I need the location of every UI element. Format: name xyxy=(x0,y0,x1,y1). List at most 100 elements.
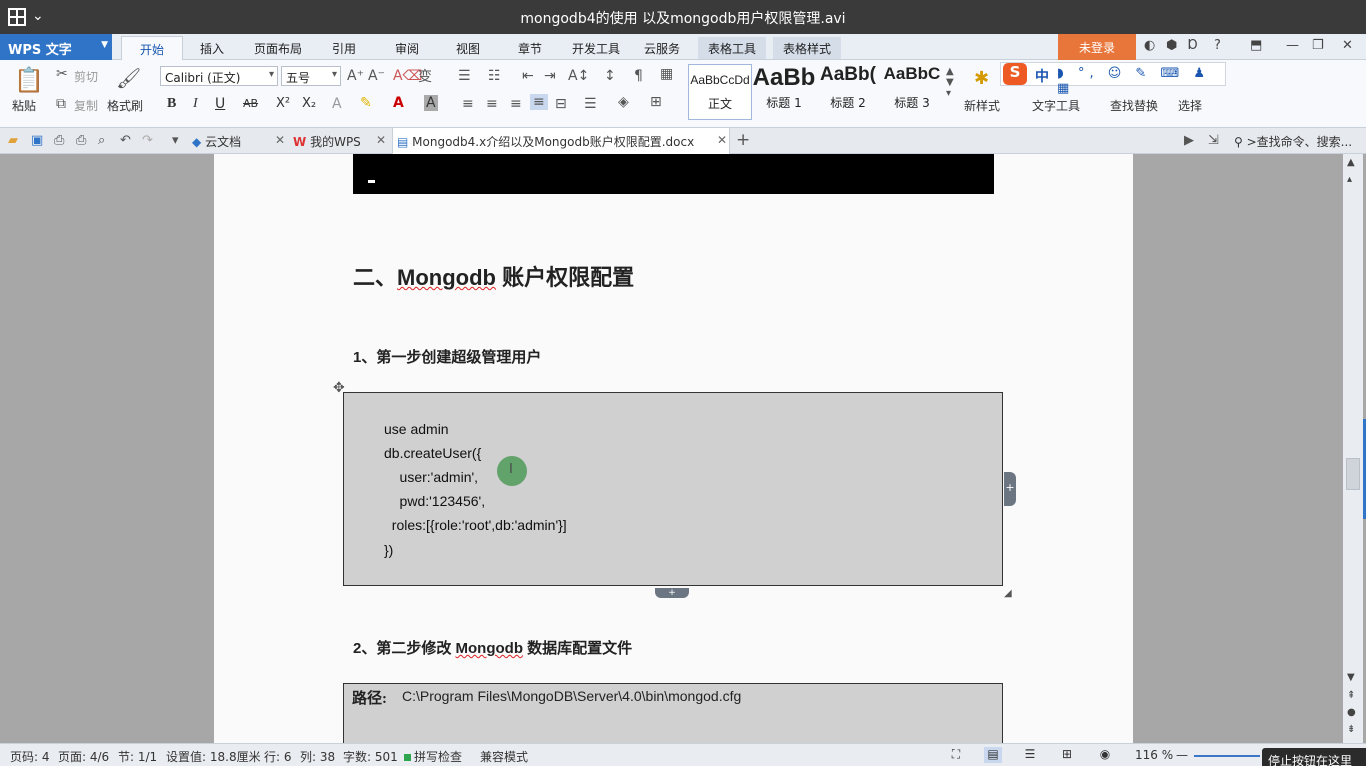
word-count[interactable]: 字数: 501 xyxy=(343,748,398,765)
tab-developer[interactable]: 开发工具 xyxy=(572,40,620,57)
new-style-icon[interactable]: ✱ xyxy=(974,68,989,89)
show-marks-icon[interactable]: ¶ xyxy=(634,68,643,84)
tab-page-layout[interactable]: 页面布局 xyxy=(254,40,302,57)
tab-review[interactable]: 审阅 xyxy=(395,40,419,57)
grow-font-icon[interactable]: A⁺ xyxy=(347,68,364,84)
ime-tools[interactable]: ◗ °, ☺ ✎ ⌨ ♟ ▦ xyxy=(1057,66,1225,96)
eye-protect-icon[interactable]: ◉ xyxy=(1096,747,1114,763)
ime-mode-toggle[interactable]: 中 xyxy=(1035,66,1049,86)
zoom-level[interactable]: 116 % xyxy=(1135,748,1173,762)
backup-icon[interactable]: ▶ xyxy=(1184,133,1194,148)
zoom-slider[interactable] xyxy=(1194,755,1260,757)
superscript-button[interactable]: X² xyxy=(276,96,290,111)
command-search-input[interactable]: >查找命令、搜索... xyxy=(1247,135,1353,149)
line-spacing-icon[interactable]: ☰ xyxy=(584,96,597,112)
customize-dropdown-icon[interactable]: ▾ xyxy=(172,133,179,148)
wps-app-button[interactable]: WPS 文字 ▼ xyxy=(0,34,112,60)
scroll-down-icon[interactable]: ▼ xyxy=(1347,672,1355,683)
collapse-ribbon-icon[interactable]: ⬒ xyxy=(1250,38,1262,53)
text-effect-icon[interactable]: A xyxy=(332,96,342,112)
feedback-icon[interactable]: Ɒ xyxy=(1188,38,1198,53)
new-style-button[interactable]: 新样式 xyxy=(964,97,1000,114)
sort-icon[interactable]: ↕ xyxy=(604,68,616,84)
font-name-select[interactable]: Calibri (正文) xyxy=(160,66,278,86)
font-color-icon[interactable]: A xyxy=(393,95,404,111)
tab-insert[interactable]: 插入 xyxy=(200,40,224,57)
code-table-cell[interactable]: use admin db.createUser({ user:'admin', … xyxy=(343,392,1003,586)
tab-my-wps[interactable]: W 我的WPS ✕ xyxy=(293,128,388,154)
styles-scroll-icon[interactable]: ▲ ▼ ▾ xyxy=(946,66,954,99)
next-page-icon[interactable]: ⇟ xyxy=(1347,724,1355,735)
section-count[interactable]: 节: 1/1 xyxy=(118,748,157,765)
help-button[interactable]: ? xyxy=(1214,38,1221,53)
copy-button[interactable]: 复制 xyxy=(74,97,98,114)
tab-cloud[interactable]: 云服务 xyxy=(644,40,680,57)
tab-home[interactable]: 开始 xyxy=(121,36,184,61)
new-tab-button[interactable]: + xyxy=(736,130,750,150)
fullscreen-view-icon[interactable]: ⛶ xyxy=(947,747,965,763)
distribute-icon[interactable]: ⊟ xyxy=(555,96,567,112)
decrease-indent-icon[interactable]: ⇤ xyxy=(522,68,534,84)
subscript-button[interactable]: X₂ xyxy=(302,96,316,111)
open-folder-icon[interactable]: ▰ xyxy=(8,133,18,148)
print-icon[interactable]: ⎙ xyxy=(76,133,86,148)
justify-icon[interactable]: ≡ xyxy=(530,94,548,110)
print-preview-icon[interactable]: ⌕ xyxy=(98,133,105,148)
shading-bucket-icon[interactable]: ◈ xyxy=(618,94,629,110)
page-view-icon[interactable]: ▤ xyxy=(984,747,1002,763)
paste-icon[interactable]: 📋 xyxy=(14,66,44,94)
tab-cloud-docs[interactable]: ◆ 云文档 ✕ xyxy=(192,128,287,154)
strikethrough-button[interactable]: AB xyxy=(243,97,258,110)
format-painter-button[interactable]: 格式刷 xyxy=(107,97,143,114)
close-icon[interactable]: ✕ xyxy=(275,133,285,147)
select-button[interactable]: 选择 xyxy=(1178,97,1202,114)
numbering-icon[interactable]: ☷ xyxy=(488,68,501,84)
page-count[interactable]: 页面: 4/6 xyxy=(58,748,109,765)
page-code[interactable]: 页码: 4 xyxy=(10,748,50,765)
command-search[interactable]: ⚲ >查找命令、搜索... xyxy=(1234,133,1352,150)
redo-icon[interactable]: ↷ xyxy=(142,133,153,148)
text-tools-button[interactable]: 文字工具 xyxy=(1032,97,1080,114)
font-size-select[interactable]: 五号 xyxy=(281,66,341,86)
highlight-icon[interactable]: ✎ xyxy=(360,95,372,111)
style-heading-2[interactable]: AaBb( 标题 2 xyxy=(816,64,880,120)
scrollbar-thumb[interactable] xyxy=(1346,458,1360,490)
borders-icon[interactable]: ⊞ xyxy=(650,94,662,110)
align-left-icon[interactable]: ≡ xyxy=(462,96,474,112)
skin-icon[interactable]: ◐ xyxy=(1144,38,1155,53)
outline-view-icon[interactable]: ☰ xyxy=(1021,747,1039,763)
style-heading-3[interactable]: AaBbC 标题 3 xyxy=(880,64,944,120)
tab-chapter[interactable]: 章节 xyxy=(518,40,542,57)
path-table-cell[interactable]: 路径: C:\Program Files\MongoDB\Server\4.0\… xyxy=(343,683,1003,743)
cloud-sync-icon[interactable]: ⬢ xyxy=(1166,38,1177,53)
scroll-up-fast-icon[interactable]: ▴ xyxy=(1347,174,1352,185)
tab-view[interactable]: 视图 xyxy=(456,40,480,57)
vertical-scrollbar[interactable]: ▲ ▴ ▼ ⇞ ● ⇟ xyxy=(1343,154,1363,743)
add-row-handle-icon[interactable]: + xyxy=(655,588,689,598)
restore-icon[interactable]: ❐ xyxy=(1312,38,1324,53)
table-resize-icon[interactable]: ◢ xyxy=(1004,588,1012,599)
style-heading-1[interactable]: AaBb 标题 1 xyxy=(752,64,816,120)
table-grid-icon[interactable]: ▦ xyxy=(660,66,673,82)
scissors-icon[interactable]: ✂ xyxy=(56,66,68,82)
tab-references[interactable]: 引用 xyxy=(332,40,356,57)
increase-indent-icon[interactable]: ⇥ xyxy=(544,68,556,84)
share-icon[interactable]: ⇲ xyxy=(1208,133,1219,148)
tab-table-tools[interactable]: 表格工具 xyxy=(698,37,767,59)
spell-check[interactable]: 拼写检查 xyxy=(404,748,462,765)
italic-button[interactable]: I xyxy=(193,96,198,112)
select-browse-icon[interactable]: ● xyxy=(1347,707,1356,718)
tab-current-document[interactable]: ▤ Mongodb4.x介绍以及Mongodb账户权限配置.docx ✕ xyxy=(392,128,730,154)
prev-page-icon[interactable]: ⇞ xyxy=(1347,690,1355,701)
cut-button[interactable]: 剪切 xyxy=(74,68,98,85)
login-button[interactable]: 未登录 xyxy=(1058,34,1136,60)
close-icon[interactable]: ✕ xyxy=(1342,38,1353,53)
zoom-out-icon[interactable]: — xyxy=(1176,748,1188,762)
close-icon[interactable]: ✕ xyxy=(376,133,386,147)
close-icon[interactable]: ✕ xyxy=(717,133,727,147)
document-area[interactable]: 二、Mongodb 账户权限配置 1、第一步创建超级管理用户 ✥ use adm… xyxy=(0,154,1366,743)
case-icon[interactable]: A↕ xyxy=(568,68,589,84)
pinyin-icon[interactable]: 变 xyxy=(418,66,432,86)
scroll-up-icon[interactable]: ▲ xyxy=(1347,157,1355,168)
shrink-font-icon[interactable]: A⁻ xyxy=(368,68,385,84)
